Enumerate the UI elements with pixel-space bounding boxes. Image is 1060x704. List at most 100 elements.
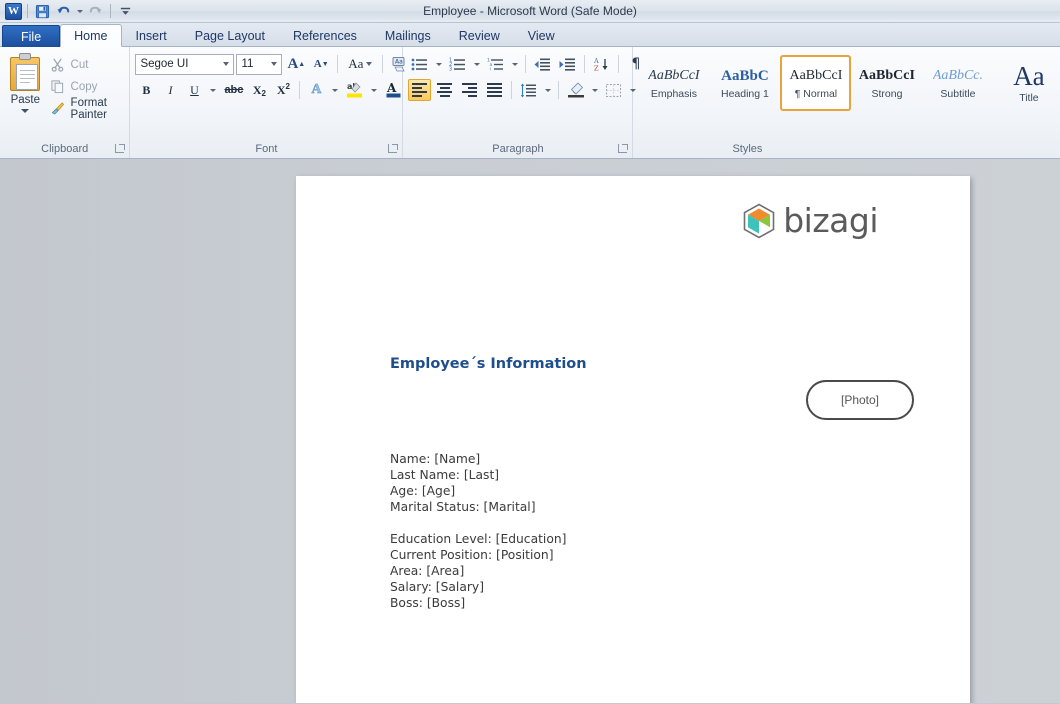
font-name-dropdown-icon[interactable] <box>218 55 233 74</box>
field-current-position: Current Position: [Position] <box>390 548 554 562</box>
paragraph-dialog-launcher[interactable] <box>618 144 629 153</box>
line-spacing-button[interactable] <box>517 79 540 101</box>
ribbon: Paste Cut Copy Format Painter Clipboard … <box>0 47 1060 159</box>
paste-icon <box>8 53 42 93</box>
field-salary: Salary: [Salary] <box>390 580 485 594</box>
svg-text:Z: Z <box>594 64 599 72</box>
copy-icon <box>50 79 66 95</box>
style-normal[interactable]: AaBbCcI ¶ Normal <box>780 55 852 111</box>
font-name-combo[interactable]: Segoe UI <box>135 53 235 75</box>
justify-button[interactable] <box>483 79 506 101</box>
format-painter-label: Format Painter <box>70 96 107 121</box>
font-size-combo[interactable]: 11 <box>236 53 283 75</box>
customize-quick-access-icon[interactable] <box>116 2 135 21</box>
undo-dropdown-icon[interactable] <box>75 2 84 21</box>
tab-insert[interactable]: Insert <box>122 24 181 47</box>
tab-home[interactable]: Home <box>60 24 122 47</box>
borders-button[interactable] <box>602 79 625 101</box>
font-dialog-launcher[interactable] <box>388 144 399 153</box>
ribbon-group-clipboard: Paste Cut Copy Format Painter Clipboard <box>0 47 131 158</box>
shading-dropdown-icon[interactable] <box>589 79 600 101</box>
bizagi-logo-text: bizagi <box>783 201 878 240</box>
align-left-button[interactable] <box>408 79 432 101</box>
tab-view[interactable]: View <box>514 24 569 47</box>
grow-font-button[interactable]: A ▲ <box>284 53 308 75</box>
style-normal-preview: AaBbCcI <box>789 68 843 83</box>
undo-icon[interactable] <box>54 2 73 21</box>
underline-dropdown-icon[interactable] <box>207 79 219 101</box>
styles-gallery: AaBbCcI Emphasis AaBbC Heading 1 AaBbCcI… <box>638 55 1060 111</box>
svg-text:A: A <box>386 81 397 95</box>
text-highlight-button[interactable]: ab <box>343 79 366 101</box>
style-subtitle[interactable]: AaBbCc. Subtitle <box>922 55 993 111</box>
paragraph-group-label: Paragraph <box>403 141 632 158</box>
change-case-button[interactable]: Aa <box>343 53 377 75</box>
font-color-button[interactable]: A <box>382 79 405 101</box>
document-canvas: bizagi Employee´s Information [Photo] Na… <box>0 159 1060 703</box>
increase-indent-button[interactable] <box>556 53 579 75</box>
tab-mailings[interactable]: Mailings <box>371 24 445 47</box>
paste-dropdown-icon[interactable] <box>21 109 30 113</box>
ribbon-group-paragraph: 1 2 3 1 a i A Z ¶ Paragraph <box>403 47 640 158</box>
text-highlight-dropdown-icon[interactable] <box>368 79 380 101</box>
clipboard-group-label: Clipboard <box>0 141 129 158</box>
style-strong-label: Strong <box>871 88 903 100</box>
document-page[interactable]: bizagi Employee´s Information [Photo] Na… <box>296 176 970 703</box>
style-emphasis[interactable]: AaBbCcI Emphasis <box>638 55 709 111</box>
superscript-button[interactable]: X2 <box>272 79 294 101</box>
italic-button[interactable]: I <box>159 79 181 101</box>
tab-references[interactable]: References <box>279 24 371 47</box>
style-heading-1[interactable]: AaBbC Heading 1 <box>709 55 780 111</box>
ribbon-group-styles: AaBbCcI Emphasis AaBbC Heading 1 AaBbCcI… <box>633 47 1060 158</box>
align-center-button[interactable] <box>433 79 456 101</box>
format-painter-button[interactable]: Format Painter <box>46 96 125 121</box>
font-name-value: Segoe UI <box>140 58 189 70</box>
underline-button[interactable]: U <box>183 79 205 101</box>
photo-placeholder[interactable]: [Photo] <box>806 380 914 420</box>
shrink-font-button[interactable]: A ▼ <box>310 53 332 75</box>
font-size-value: 11 <box>241 58 254 70</box>
paintbrush-icon <box>50 101 66 117</box>
qat-divider-2 <box>110 4 111 18</box>
tab-review[interactable]: Review <box>445 24 514 47</box>
cut-label: Cut <box>70 58 89 71</box>
line-spacing-dropdown-icon[interactable] <box>542 79 553 101</box>
page-title: Employee´s Information <box>390 356 587 372</box>
subscript-button[interactable]: X2 <box>248 79 270 101</box>
field-marital-status: Marital Status: [Marital] <box>390 500 536 514</box>
multilevel-list-button[interactable]: 1 a i <box>484 53 507 75</box>
strikethrough-button[interactable]: abc <box>221 79 246 101</box>
text-effects-dropdown-icon[interactable] <box>329 79 341 101</box>
field-name: Name: [Name] <box>390 452 481 466</box>
font-size-dropdown-icon[interactable] <box>266 55 281 74</box>
text-effects-button[interactable]: A <box>305 79 327 101</box>
numbering-dropdown-icon[interactable] <box>471 53 482 75</box>
paste-button[interactable]: Paste <box>5 51 46 113</box>
bizagi-hexagon-logo <box>743 203 775 238</box>
bold-button[interactable]: B <box>135 79 157 101</box>
bullets-dropdown-icon[interactable] <box>433 53 444 75</box>
style-title[interactable]: Aa Title <box>993 55 1060 111</box>
copy-label: Copy <box>70 80 98 93</box>
tab-file[interactable]: File <box>2 25 61 47</box>
save-icon[interactable] <box>33 2 52 21</box>
ribbon-group-font: Segoe UI 11 A ▲ A ▼ Aa Aa B I U abc X 2 … <box>130 47 417 158</box>
style-title-label: Title <box>1019 92 1039 104</box>
tab-page-layout[interactable]: Page Layout <box>181 24 279 47</box>
decrease-indent-button[interactable] <box>531 53 554 75</box>
style-strong[interactable]: AaBbCcI Strong <box>851 55 922 111</box>
sort-button[interactable]: A Z <box>590 53 613 75</box>
copy-button[interactable]: Copy <box>46 76 125 97</box>
word-icon[interactable]: W <box>5 2 22 20</box>
clipboard-dialog-launcher[interactable] <box>115 144 126 153</box>
multilevel-list-dropdown-icon[interactable] <box>509 53 520 75</box>
style-strong-preview: AaBbCcI <box>858 68 915 83</box>
align-right-button[interactable] <box>458 79 481 101</box>
font-row-2: B I U abc X2 X2 A ab A <box>135 79 419 101</box>
scissors-icon <box>50 57 66 73</box>
svg-text:3: 3 <box>449 66 452 72</box>
numbering-button[interactable]: 1 2 3 <box>446 53 469 75</box>
shading-button[interactable] <box>564 79 587 101</box>
bullets-button[interactable] <box>408 53 431 75</box>
cut-button[interactable]: Cut <box>46 54 125 75</box>
